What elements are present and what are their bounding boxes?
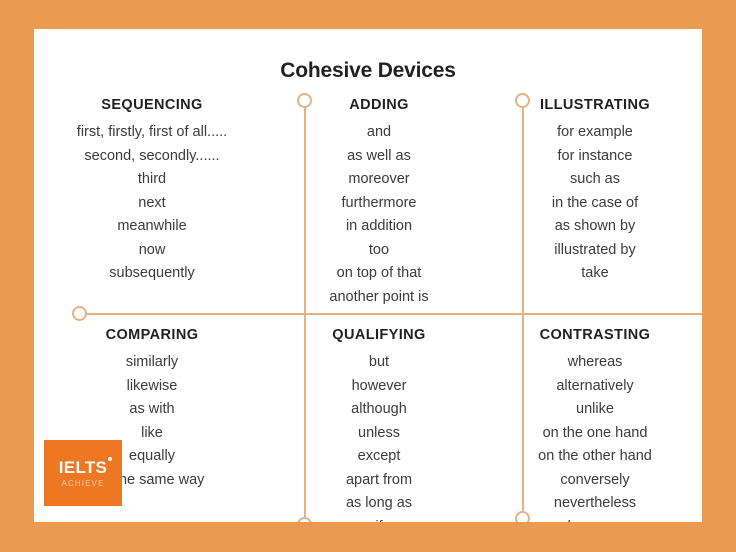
category-item: on the one hand bbox=[542, 424, 648, 441]
category-item: third bbox=[137, 171, 167, 188]
category-item: such as bbox=[570, 171, 620, 188]
category-title: ADDING bbox=[349, 97, 409, 113]
category-item: as shown by bbox=[554, 218, 636, 235]
category-item: now bbox=[138, 241, 166, 258]
ielts-achieve-logo: IELTS ACHIEVE bbox=[44, 440, 122, 506]
category-title: SEQUENCING bbox=[101, 97, 203, 113]
category-item: illustrated by bbox=[554, 241, 636, 258]
category-item: alternatively bbox=[556, 377, 634, 394]
category-contrasting: CONTRASTING whereas alternatively unlike on… bbox=[488, 313, 702, 522]
category-item: and bbox=[366, 124, 392, 141]
category-item: in addition bbox=[345, 218, 413, 235]
category-item: unless bbox=[358, 424, 400, 441]
category-items: but however although unless except apart from… bbox=[278, 351, 480, 522]
category-item: apart from bbox=[345, 471, 413, 488]
category-illustrating: ILLUSTRATING for example for instance such… bbox=[488, 87, 702, 313]
category-item: conversely bbox=[560, 471, 630, 488]
category-item: furthermore bbox=[341, 194, 417, 211]
category-item: similarly bbox=[125, 354, 179, 371]
category-item: whereas bbox=[567, 354, 623, 371]
category-items: for example for instance such as in the cas… bbox=[496, 121, 694, 286]
category-title: COMPARING bbox=[105, 327, 199, 343]
category-item: in the case of bbox=[551, 194, 639, 211]
category-item: subsequently bbox=[109, 265, 195, 282]
category-title: QUALIFYING bbox=[332, 327, 426, 343]
category-item: nevertheless bbox=[553, 495, 637, 512]
logo-primary-text: IELTS bbox=[59, 456, 113, 476]
category-adding: ADDING and as well as moreover furthermore i… bbox=[270, 87, 488, 313]
category-item: although bbox=[351, 401, 407, 418]
category-item: however bbox=[496, 516, 694, 522]
category-item: for example bbox=[557, 124, 633, 141]
category-items: and as well as moreover furthermore in addit… bbox=[278, 121, 480, 309]
logo-dot-icon bbox=[108, 456, 113, 461]
category-item: on the other hand bbox=[538, 448, 652, 465]
category-title: ILLUSTRATING bbox=[539, 97, 651, 113]
category-item: however bbox=[351, 377, 407, 394]
category-item: moreover bbox=[348, 171, 410, 188]
category-item: likewise bbox=[126, 377, 178, 394]
category-item: take bbox=[581, 265, 609, 282]
category-item: if bbox=[278, 516, 480, 522]
page-title: Cohesive Devices bbox=[280, 59, 456, 82]
poster-card: Cohesive Devices SEQUENCING first, first… bbox=[34, 29, 702, 522]
category-item: meanwhile bbox=[117, 218, 187, 235]
categories-grid: SEQUENCING first, firstly, first of all.… bbox=[34, 87, 702, 522]
category-qualifying: QUALIFYING but however although unless excep… bbox=[270, 313, 488, 522]
category-items: first, firstly, first of all..... second,… bbox=[42, 121, 262, 286]
category-item: another point is bbox=[329, 288, 429, 305]
category-item: next bbox=[138, 194, 166, 211]
category-item: first, firstly, first of all..... bbox=[76, 124, 228, 141]
category-item: but bbox=[368, 354, 390, 371]
category-item: as long as bbox=[345, 495, 413, 512]
category-item: too bbox=[368, 241, 390, 258]
category-sequencing: SEQUENCING first, firstly, first of all.… bbox=[34, 87, 270, 313]
poster-root: Cohesive Devices SEQUENCING first, first… bbox=[0, 0, 736, 552]
category-item: for instance bbox=[557, 147, 633, 164]
category-item: unlike bbox=[576, 401, 614, 418]
category-item: second, secondly...... bbox=[84, 147, 220, 164]
logo-secondary-text: ACHIEVE bbox=[61, 478, 105, 488]
category-item: on top of that bbox=[336, 265, 422, 282]
category-item: as with bbox=[129, 401, 175, 418]
category-item: except bbox=[357, 448, 401, 465]
category-title: CONTRASTING bbox=[539, 327, 651, 343]
category-item: as well as bbox=[347, 147, 411, 164]
category-items: whereas alternatively unlike on the one han… bbox=[496, 351, 694, 522]
